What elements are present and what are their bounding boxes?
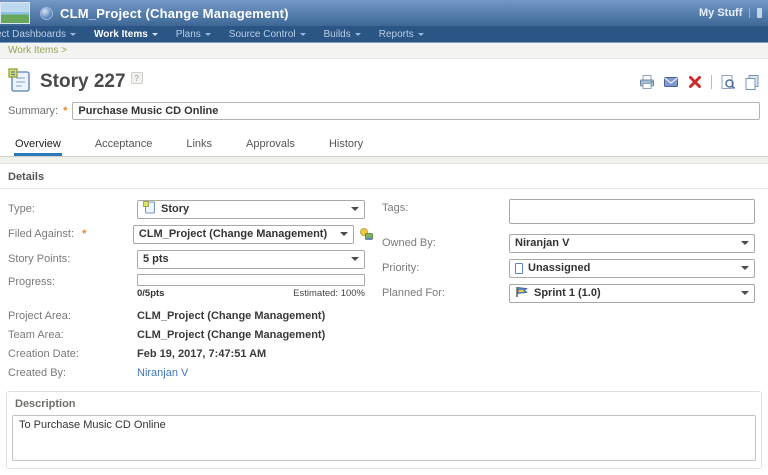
progress-bar: [137, 274, 365, 286]
titlebar-separator: |: [748, 7, 751, 19]
story-type-icon: [143, 201, 156, 217]
workitem-toolbar: [639, 74, 760, 90]
chevron-down-icon: [204, 33, 211, 36]
category-picker-icon[interactable]: [359, 227, 374, 242]
summary-row: Summary: *: [0, 98, 768, 127]
required-marker: *: [82, 228, 87, 240]
filed-against-select[interactable]: CLM_Project (Change Management): [132, 224, 354, 244]
creation-date-value: Feb 19, 2017, 7:47:51 AM: [137, 347, 267, 360]
app-title-bar: CLM_Project (Change Management) My Stuff…: [0, 0, 768, 26]
tab-history[interactable]: History: [328, 133, 364, 156]
chevron-down-icon: [741, 241, 749, 245]
chevron-down-icon: [340, 232, 348, 236]
breadcrumb[interactable]: Work Items >: [0, 43, 768, 59]
team-area-value: CLM_Project (Change Management): [137, 328, 326, 341]
tab-overview[interactable]: Overview: [14, 133, 62, 156]
nav-plans[interactable]: Plans: [176, 29, 211, 40]
nav-work-items[interactable]: Work Items: [94, 29, 158, 40]
progress-estimate: Estimated: 100%: [293, 288, 365, 299]
mail-icon[interactable]: [663, 74, 679, 90]
nav-reports[interactable]: Reports: [379, 29, 424, 40]
description-textarea[interactable]: To Purchase Music CD Online: [12, 415, 756, 461]
toolbar-divider: [711, 75, 712, 89]
description-section: Description To Purchase Music CD Online: [6, 391, 762, 469]
find-icon[interactable]: [720, 74, 736, 90]
nav-builds[interactable]: Builds: [324, 29, 361, 40]
section-gap: [0, 157, 768, 164]
details-form: Type: Story Filed Against: * CLM_Project…: [0, 189, 768, 383]
chevron-down-icon: [354, 33, 361, 36]
created-by-label: Created By:: [8, 366, 67, 379]
chevron-down-icon: [351, 207, 359, 211]
team-area-label: Team Area:: [8, 328, 64, 341]
tab-links[interactable]: Links: [185, 133, 213, 156]
workitem-header: Story 227 ?: [0, 59, 768, 98]
project-avatar: [0, 2, 30, 24]
app-title: CLM_Project (Change Management): [60, 5, 289, 21]
summary-input[interactable]: [72, 102, 760, 120]
sprint-icon: [515, 286, 529, 301]
owned-by-select[interactable]: Niranjan V: [509, 233, 755, 253]
project-area-label: Project Area:: [8, 309, 71, 322]
required-marker: *: [63, 105, 68, 117]
story-points-select[interactable]: 5 pts: [137, 249, 365, 269]
workitem-tabs: Overview Acceptance Links Approvals Hist…: [0, 127, 768, 157]
progress-label: Progress:: [8, 276, 56, 288]
priority-select[interactable]: Unassigned: [509, 258, 755, 278]
owned-by-label: Owned By:: [382, 237, 436, 249]
project-area-value: CLM_Project (Change Management): [137, 309, 326, 322]
story-icon: [8, 68, 32, 96]
priority-label: Priority:: [382, 262, 420, 274]
priority-unassigned-icon: [515, 262, 523, 274]
copy-icon[interactable]: [744, 74, 760, 90]
progress-actual: 0/5pts: [137, 288, 165, 299]
planned-for-label: Planned For:: [382, 287, 445, 299]
description-header: Description: [15, 398, 76, 410]
chevron-down-icon: [741, 266, 749, 270]
globe-icon: [40, 6, 53, 20]
nav-source-control[interactable]: Source Control: [229, 29, 306, 40]
chevron-down-icon: [299, 33, 306, 36]
story-points-label: Story Points:: [8, 253, 71, 265]
help-badge[interactable]: ?: [130, 72, 143, 84]
details-section-header: Details: [0, 164, 768, 189]
creation-date-label: Creation Date:: [8, 347, 79, 360]
chevron-down-icon: [70, 33, 77, 36]
delete-icon[interactable]: [687, 74, 703, 90]
nav-project-dashboards[interactable]: ect Dashboards: [0, 29, 77, 40]
tags-label: Tags:: [382, 202, 409, 214]
tab-approvals[interactable]: Approvals: [245, 133, 296, 156]
filed-against-label: Filed Against: *: [8, 228, 87, 240]
type-label: Type:: [8, 203, 35, 215]
created-by-link[interactable]: Niranjan V: [137, 367, 188, 379]
tags-input[interactable]: [509, 199, 755, 224]
page-title: Story 227: [40, 71, 126, 92]
summary-label: Summary:: [8, 105, 59, 117]
main-navbar: ect Dashboards Work Items Plans Source C…: [0, 26, 768, 43]
type-select[interactable]: Story: [137, 199, 365, 219]
planned-for-select[interactable]: Sprint 1 (1.0): [509, 283, 755, 303]
chevron-down-icon: [151, 33, 158, 36]
chevron-down-icon: [351, 257, 359, 261]
clipped-menu-fragment: [757, 8, 762, 18]
printer-icon[interactable]: [639, 74, 655, 90]
tab-acceptance[interactable]: Acceptance: [94, 133, 153, 156]
my-stuff-link[interactable]: My Stuff: [699, 7, 742, 19]
chevron-down-icon: [417, 33, 424, 36]
chevron-down-icon: [741, 291, 749, 295]
